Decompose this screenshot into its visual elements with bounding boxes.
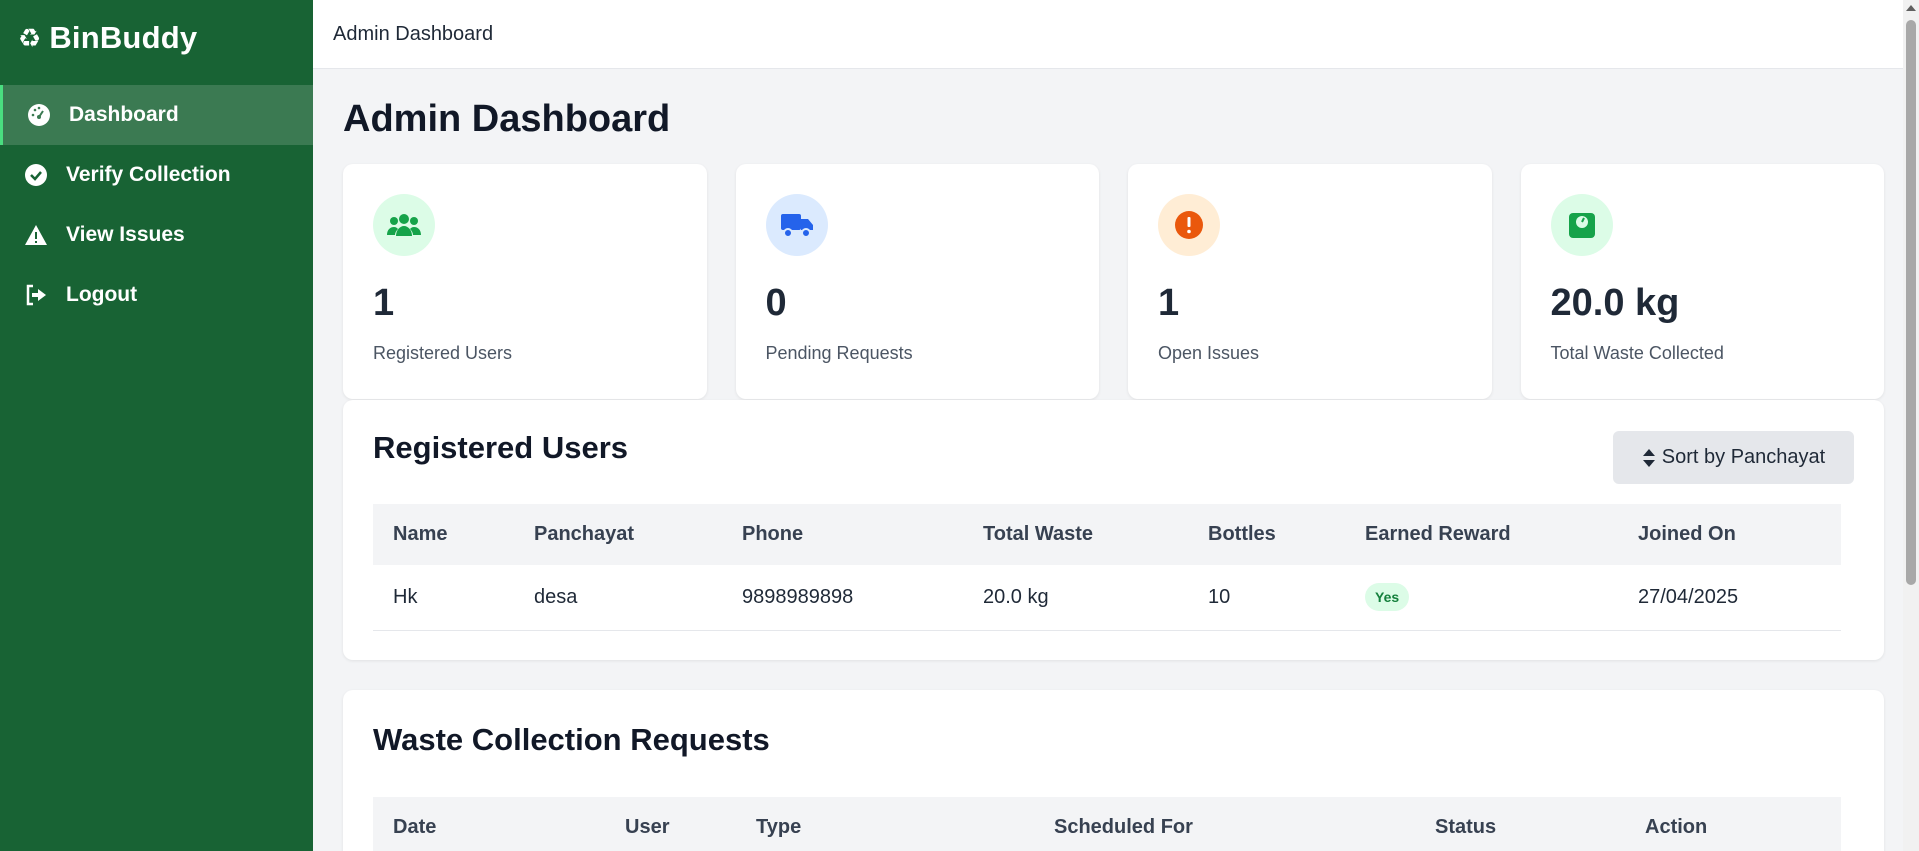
sidebar-item-label: View Issues	[66, 223, 185, 246]
stat-value: 0	[765, 282, 787, 324]
column-header[interactable]: Phone	[722, 504, 963, 565]
stat-label: Total Waste Collected	[1550, 343, 1724, 363]
column-header[interactable]: Date	[373, 797, 605, 851]
sidebar-item-verify-collection[interactable]: Verify Collection	[0, 145, 313, 205]
panel-title: Waste Collection Requests	[373, 722, 770, 757]
column-header[interactable]: User	[605, 797, 736, 851]
column-header[interactable]: Total Waste	[963, 504, 1188, 565]
warning-icon	[24, 223, 48, 247]
page-scrollbar[interactable]	[1903, 0, 1919, 851]
table-header-row: Name Panchayat Phone Total Waste Bottles…	[373, 504, 1841, 565]
scroll-up-arrow[interactable]	[1906, 5, 1916, 11]
sidebar-nav: Dashboard Verify Collection View Issues …	[0, 85, 313, 325]
column-header[interactable]: Action	[1625, 797, 1841, 851]
sort-by-panchayat-button[interactable]: Sort by Panchayat	[1613, 431, 1854, 484]
cell-name: Hk	[393, 585, 418, 608]
stat-card-open-issues: 1 Open Issues	[1128, 164, 1492, 399]
table-row: Hk desa 9898989898 20.0 kg 10 Yes 27/04/…	[373, 565, 1841, 630]
scale-icon	[1550, 194, 1613, 256]
column-header[interactable]: Joined On	[1618, 504, 1841, 565]
sidebar-item-label: Dashboard	[69, 103, 179, 126]
stats-row: 1 Registered Users 0 Pending Requests 1 …	[343, 164, 1884, 399]
scroll-thumb[interactable]	[1906, 20, 1916, 585]
sidebar-item-view-issues[interactable]: View Issues	[0, 205, 313, 265]
waste-requests-panel: Waste Collection Requests Date User Type…	[343, 690, 1884, 851]
panel-title: Registered Users	[373, 430, 629, 465]
users-table: Name Panchayat Phone Total Waste Bottles…	[373, 504, 1841, 631]
sidebar-item-label: Logout	[66, 283, 138, 306]
column-header[interactable]: Panchayat	[514, 504, 722, 565]
reward-badge: Yes	[1365, 583, 1410, 612]
users-icon	[373, 194, 435, 256]
check-circle-icon	[24, 163, 48, 187]
sidebar-item-dashboard[interactable]: Dashboard	[0, 85, 313, 145]
stat-value: 1	[1158, 282, 1180, 324]
cell-reward: Yes	[1345, 565, 1618, 630]
stat-card-pending-requests: 0 Pending Requests	[735, 164, 1099, 399]
stat-label: Open Issues	[1158, 343, 1260, 363]
main-content: Admin Dashboard Admin Dashboard 1 Regist…	[313, 0, 1903, 851]
stat-value: 20.0 kg	[1550, 282, 1680, 324]
sidebar-item-logout[interactable]: Logout	[0, 265, 313, 325]
stat-card-total-waste: 20.0 kg Total Waste Collected	[1520, 164, 1884, 399]
topbar-title: Admin Dashboard	[333, 22, 494, 45]
logout-icon	[24, 283, 48, 307]
column-header[interactable]: Status	[1415, 797, 1625, 851]
column-header[interactable]: Scheduled For	[1034, 797, 1415, 851]
cell-total-waste: 20.0 kg	[983, 585, 1049, 608]
sort-icon	[1642, 448, 1655, 467]
registered-users-panel: Registered Users Sort by Panchayat Name …	[343, 400, 1884, 660]
stat-label: Pending Requests	[765, 343, 913, 363]
brand-name: BinBuddy	[49, 19, 198, 55]
column-header[interactable]: Earned Reward	[1345, 504, 1618, 565]
column-header[interactable]: Type	[736, 797, 1034, 851]
sidebar-item-label: Verify Collection	[66, 163, 231, 186]
sort-button-label: Sort by Panchayat	[1661, 446, 1826, 468]
page-title: Admin Dashboard	[343, 98, 671, 140]
cell-joined: 27/04/2025	[1638, 585, 1739, 608]
cell-bottles: 10	[1208, 585, 1231, 608]
stat-value: 1	[373, 282, 395, 324]
gauge-icon	[27, 103, 51, 127]
truck-icon	[765, 194, 828, 256]
brand[interactable]: ♻ BinBuddy	[0, 0, 313, 75]
stat-card-registered-users: 1 Registered Users	[343, 164, 707, 399]
cell-panchayat: desa	[534, 585, 578, 608]
column-header[interactable]: Name	[373, 504, 514, 565]
sidebar: ♻ BinBuddy Dashboard Verify Collection V…	[0, 0, 313, 851]
exclamation-icon	[1158, 194, 1220, 256]
table-header-row: Date User Type Scheduled For Status Acti…	[373, 797, 1841, 851]
stat-label: Registered Users	[373, 343, 513, 363]
cell-phone: 9898989898	[742, 585, 854, 608]
topbar: Admin Dashboard	[313, 0, 1903, 69]
column-header[interactable]: Bottles	[1188, 504, 1345, 565]
requests-table: Date User Type Scheduled For Status Acti…	[373, 797, 1841, 851]
recycle-icon: ♻	[18, 22, 42, 53]
